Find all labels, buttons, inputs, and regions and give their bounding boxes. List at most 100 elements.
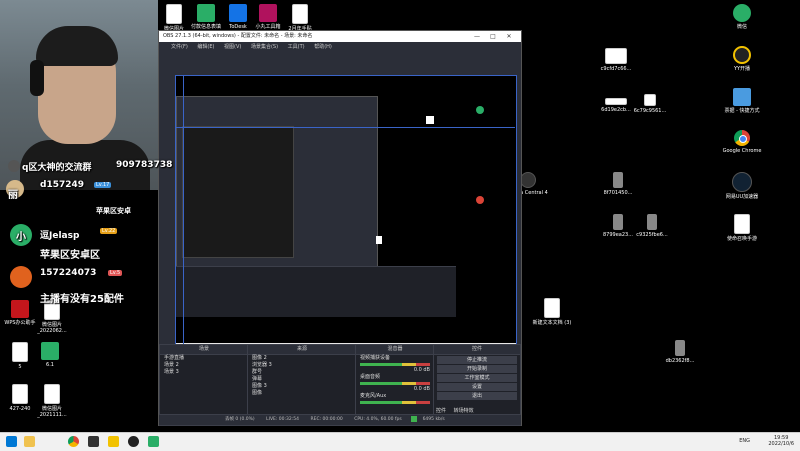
desktop-icon-receipt-shortcut[interactable]: 票据 - 快捷方式 [722,88,762,114]
studio-mode-button[interactable]: 工作室模式 [437,374,517,382]
file-icon [647,214,657,230]
desktop-icon-wechat-2021[interactable]: 微信图片_2021111... [32,384,72,418]
level-badge: Lv.5 [108,270,123,276]
scene-item[interactable]: 场景 3 [160,369,248,376]
level-badge: Lv.22 [100,228,118,234]
wechat-icon[interactable] [148,436,159,447]
menu-tools[interactable]: 工具(T) [288,44,305,50]
source-item[interactable]: 图像 3 [248,383,356,390]
media-central-icon [520,172,536,188]
bitrate: 6495 kb/s [422,417,445,422]
dropped-frames: 丢帧 0 (0.0%) [225,417,255,422]
text-file-icon [544,298,560,318]
minimize-icon[interactable]: — [471,31,483,42]
desktop-icon-wechat-2022[interactable]: 微信图片_2022062... [32,300,72,334]
mixer-track-db: 0.0 dB [413,367,430,373]
desktop-icon-chrome[interactable]: Google Chrome [722,130,762,154]
chat-group-number: 909783738 [116,160,173,170]
nested-docks [176,266,456,317]
sources-dock-title: 来源 [248,345,356,355]
chat-user-handle: 逗Jelasp [40,231,80,241]
menu-file[interactable]: 文件(F) [171,44,188,50]
controls-dock-title: 控件 [434,345,520,355]
desktop-icon-img-c9[interactable]: c9cfd7c66... [596,48,636,72]
chrome-icon [734,130,750,146]
desktop-icon-8f70[interactable]: 8f701450... [598,172,638,196]
chat-message: 苹果区安卓区 [40,250,100,261]
yy-icon[interactable] [108,436,119,447]
close-icon[interactable]: ✕ [503,31,515,42]
desktop-icon-db23[interactable]: db2362f8... [660,340,700,364]
app-icon[interactable] [88,436,99,447]
source-item[interactable]: 图像 [248,390,356,397]
chat-user-id: d157249 [40,180,85,190]
game-icon [734,214,750,234]
streamer-hair [36,26,118,66]
desktop-icon-feb-note[interactable]: 2月年手贴 [280,4,320,32]
image-icon [605,48,627,64]
taskbar: ENG 19:59 2022/10/6 [0,432,800,451]
nested-icon [476,106,484,114]
dock-tabs: 控件 转场特效 [436,407,474,414]
menu-scene-collection[interactable]: 场景集合(S) [251,44,278,50]
desktop-icon-yy[interactable]: YY开播 [722,46,762,72]
shortcut-icon [733,88,751,106]
chat-avatar [10,266,32,288]
level-badge: Lv.17 [94,182,112,188]
chat-avatar [8,160,20,172]
nested-icon [476,196,484,204]
image-icon [644,94,656,106]
stop-streaming-button[interactable]: 停止推流 [437,356,517,364]
desktop-icon-c932[interactable]: c9325fbe6... [632,214,672,238]
excel-icon [41,342,59,360]
mixer-track-name: 视频捕获设备 [360,355,391,361]
volume-meter [360,401,430,404]
source-item[interactable]: 弹幕 [248,376,356,383]
settings-button[interactable]: 设置 [437,383,517,391]
mixer-track-name: 麦克风/Aux [360,393,387,399]
source-item[interactable]: 群号 [248,369,356,376]
obs-title-bar[interactable]: OBS 27.1.3 (64-bit, windows) - 配置文件: 未命名… [159,31,521,42]
chrome-icon[interactable] [68,436,79,447]
desktop-icon-cod-mobile[interactable]: 使命召唤手游 [722,214,762,242]
preview-guide-h [175,127,515,128]
file-icon [292,4,308,24]
source-item[interactable]: 浏览器 3 [248,362,356,369]
start-recording-button[interactable]: 开始录制 [437,365,517,373]
menu-help[interactable]: 帮助(H) [314,44,332,50]
scene-item[interactable]: 场景 2 [160,362,248,369]
explorer-icon[interactable] [24,436,35,447]
mixer-track-db: 0.0 dB [413,386,430,392]
source-item[interactable]: 图像 2 [248,355,356,362]
file-icon [613,214,623,230]
obs-menu-bar: 文件(F) 编辑(E) 视图(V) 场景集合(S) 工具(T) 帮助(H) [159,42,521,52]
rec-timer: REC: 00:00:00 [310,417,343,422]
file-icon [12,384,28,404]
menu-view[interactable]: 视图(V) [224,44,241,50]
obs-window[interactable]: OBS 27.1.3 (64-bit, windows) - 配置文件: 未命名… [158,30,522,426]
obs-icon[interactable] [128,436,139,447]
desktop-icon-img-6c[interactable]: 6c79c9561... [630,94,670,114]
desktop-icon-new-text[interactable]: 新建文本文档 (3) [532,298,572,326]
todesk-icon [229,4,247,22]
exit-button[interactable]: 退出 [437,392,517,400]
cpu-usage: CPU: 4.0%, 60.00 fps [354,417,402,422]
obs-preview[interactable] [175,75,517,354]
menu-edit[interactable]: 编辑(E) [197,44,214,50]
system-clock[interactable]: 19:59 2022/10/6 [768,435,794,447]
file-icon [613,172,623,188]
desktop-icon-wechat[interactable]: 微信 [722,4,762,30]
maru-icon [259,4,277,22]
desktop-icon-6-1[interactable]: 6.1 [30,342,70,368]
volume-meter [360,363,430,366]
input-language[interactable]: ENG [739,438,750,444]
wps-icon [11,300,29,318]
chat-user: 苹果区安卓 [96,207,131,215]
image-icon [605,98,627,105]
desktop-icon-uu[interactable]: 网易UU加速器 [722,172,762,200]
obs-status-bar: 丢帧 0 (0.0%) LIVE: 00:32:54 REC: 00:00:00… [159,414,521,425]
scene-item[interactable]: 手游直播 [160,355,248,362]
start-icon[interactable] [6,436,17,447]
maximize-icon[interactable]: □ [487,31,499,42]
file-icon [166,4,182,24]
